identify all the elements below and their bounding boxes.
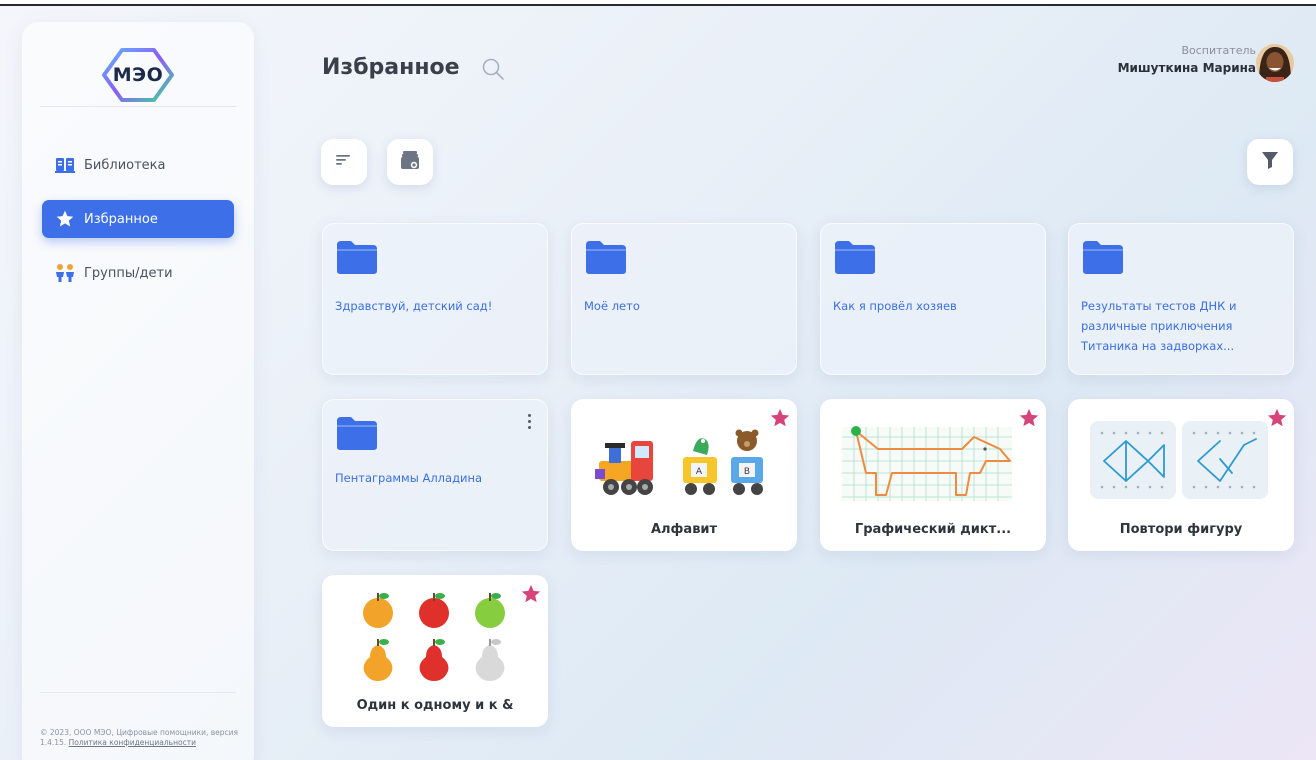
filter-button[interactable] (1247, 139, 1293, 185)
filter-icon (1260, 150, 1280, 174)
logo[interactable]: МЭО (22, 40, 254, 110)
sidebar-item-label: Группы/дети (84, 265, 173, 281)
sidebar-item-label: Библиотека (84, 157, 166, 173)
grid-dog-picture (842, 426, 1012, 501)
game-label: Алфавит (650, 522, 718, 537)
game-card[interactable]: А В Алфавит (571, 399, 797, 551)
game-label: Повтори фигуру (1119, 522, 1243, 537)
sidebar-item-label: Избранное (84, 211, 158, 227)
folder-label: Пентаграммы Алладина (335, 471, 483, 485)
wagon-letter: А (696, 467, 703, 477)
folder-card[interactable]: Здравствуй, детский сад! (322, 223, 548, 375)
search-icon[interactable] (480, 56, 506, 82)
game-card[interactable]: Графический дикт... (820, 399, 1046, 551)
favorite-star-icon[interactable] (769, 407, 791, 433)
favorite-star-icon[interactable] (1018, 407, 1040, 433)
game-card[interactable]: Повтори фигуру (1068, 399, 1294, 551)
folder-card[interactable]: Результаты тестов ДНК и различные приклю… (1068, 223, 1294, 375)
fruits-picture (363, 593, 505, 681)
user-name: Мишуткина Марина (1117, 61, 1256, 75)
sidebar-item-library[interactable]: Библиотека (42, 146, 234, 184)
divider (40, 106, 236, 107)
folder-icon (1081, 239, 1125, 279)
folder-label: Моё лето (584, 299, 640, 313)
favorite-star-icon[interactable] (520, 583, 542, 609)
user-role: Воспитатель (1181, 44, 1256, 57)
sort-button[interactable] (321, 139, 367, 185)
logo-text: МЭО (112, 64, 164, 86)
star-icon (54, 208, 76, 230)
game-label: Один к одному и к & (356, 698, 514, 713)
folder-card[interactable]: Пентаграммы Алладина (322, 399, 548, 551)
folder-label: Как я провёл хозяев (833, 299, 957, 313)
page-title: Избранное (322, 55, 460, 80)
folder-icon (335, 239, 379, 279)
add-folder-icon (399, 149, 421, 175)
sort-icon (335, 152, 353, 172)
divider (40, 692, 236, 693)
favorite-star-icon[interactable] (1266, 407, 1288, 433)
more-options-icon[interactable] (525, 414, 533, 434)
folder-label: Результаты тестов ДНК и различные приклю… (1081, 299, 1237, 353)
book-icon (54, 154, 76, 176)
game-card[interactable]: Один к одному и к & (322, 575, 548, 727)
privacy-link[interactable]: Политика конфиденциальности (69, 738, 196, 747)
train-picture: А В (595, 429, 763, 495)
game-label: Графический дикт... (854, 522, 1012, 537)
top-edge (0, 0, 1316, 6)
sidebar: МЭО Библиотека Избранное Группы/дети © 2… (22, 22, 254, 760)
folder-icon (584, 239, 628, 279)
folder-card[interactable]: Моё лето (571, 223, 797, 375)
footer: © 2023, ООО МЭО, Цифровые помощники, вер… (40, 728, 240, 748)
sidebar-item-favorites[interactable]: Избранное (42, 200, 234, 238)
folder-icon (833, 239, 877, 279)
folder-icon (335, 415, 379, 455)
add-folder-button[interactable] (387, 139, 433, 185)
dot-fish-picture (1090, 421, 1268, 499)
user-info[interactable]: Воспитатель Мишуткина Марина (1118, 44, 1256, 75)
folder-label: Здравствуй, детский сад! (335, 299, 493, 313)
folder-card[interactable]: Как я провёл хозяев (820, 223, 1046, 375)
wagon-letter: В (744, 467, 750, 477)
avatar[interactable] (1256, 44, 1294, 82)
children-icon (54, 262, 76, 284)
sidebar-item-groups[interactable]: Группы/дети (42, 254, 234, 292)
